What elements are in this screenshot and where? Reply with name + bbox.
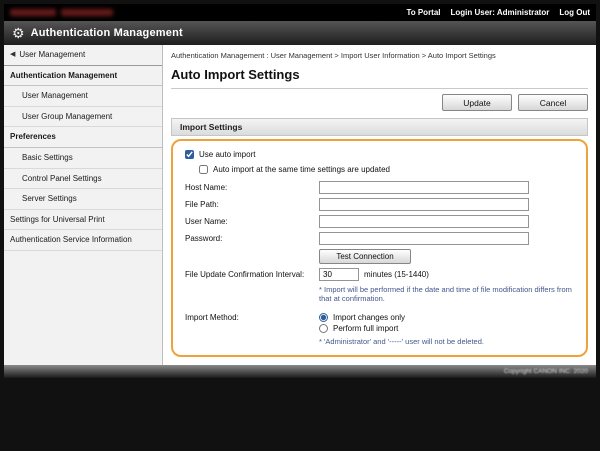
back-arrow-icon: ◀ bbox=[10, 51, 15, 59]
interval-row: File Update Confirmation Interval: minut… bbox=[185, 268, 574, 281]
import-method-row: Import Method: Import changes only Perfo… bbox=[185, 313, 574, 346]
interval-note: * Import will be performed if the date a… bbox=[319, 285, 574, 304]
app-header: ⚙ Authentication Management bbox=[4, 21, 596, 45]
file-path-row: File Path: bbox=[185, 198, 574, 211]
sidebar-section-preferences[interactable]: Preferences bbox=[4, 127, 162, 148]
interval-note-row: * Import will be performed if the date a… bbox=[185, 285, 574, 304]
use-auto-import-checkbox[interactable] bbox=[185, 150, 194, 159]
sidebar-item-user-management-back[interactable]: ◀ User Management bbox=[4, 45, 162, 66]
password-label: Password: bbox=[185, 234, 319, 243]
sidebar-item-server-settings[interactable]: Server Settings bbox=[4, 189, 162, 210]
perform-full-import-option[interactable]: Perform full import bbox=[319, 324, 484, 333]
user-name-label: User Name: bbox=[185, 217, 319, 226]
user-name-row: User Name: bbox=[185, 215, 574, 228]
title-divider bbox=[171, 88, 588, 89]
import-method-options: Import changes only Perform full import … bbox=[319, 313, 484, 346]
log-out-link[interactable]: Log Out bbox=[559, 8, 590, 17]
test-connection-row: Test Connection bbox=[185, 249, 574, 264]
use-auto-import-option[interactable]: Use auto import bbox=[185, 147, 574, 162]
gear-icon: ⚙ bbox=[12, 26, 25, 40]
sidebar-item-authentication-service-information[interactable]: Authentication Service Information bbox=[4, 230, 162, 251]
auto-import-on-update-checkbox[interactable] bbox=[199, 165, 208, 174]
titlebar: To Portal Login User: Administrator Log … bbox=[4, 4, 596, 21]
cancel-button[interactable]: Cancel bbox=[518, 94, 588, 111]
to-portal-link[interactable]: To Portal bbox=[406, 8, 440, 17]
host-name-input[interactable] bbox=[319, 181, 529, 194]
file-path-label: File Path: bbox=[185, 200, 319, 209]
test-connection-button[interactable]: Test Connection bbox=[319, 249, 411, 264]
main-panel: Authentication Management : User Managem… bbox=[163, 45, 596, 365]
login-user-label: Login User: Administrator bbox=[451, 8, 550, 17]
auto-import-on-update-option[interactable]: Auto import at the same time settings ar… bbox=[199, 162, 574, 177]
use-auto-import-label: Use auto import bbox=[199, 150, 255, 159]
host-name-label: Host Name: bbox=[185, 183, 319, 192]
page-title: Auto Import Settings bbox=[171, 67, 588, 82]
update-button[interactable]: Update bbox=[442, 94, 512, 111]
perform-full-import-label: Perform full import bbox=[333, 324, 398, 333]
interval-label: File Update Confirmation Interval: bbox=[185, 270, 319, 279]
breadcrumb: Authentication Management : User Managem… bbox=[171, 51, 588, 60]
sidebar-item-user-group-management[interactable]: User Group Management bbox=[4, 107, 162, 128]
user-name-input[interactable] bbox=[319, 215, 529, 228]
device-name-redacted bbox=[10, 9, 113, 16]
action-buttons: Update Cancel bbox=[171, 94, 588, 111]
sidebar-section-authentication-management[interactable]: Authentication Management bbox=[4, 66, 162, 87]
sidebar-item-basic-settings[interactable]: Basic Settings bbox=[4, 148, 162, 169]
file-path-input[interactable] bbox=[319, 198, 529, 211]
interval-suffix: minutes (15-1440) bbox=[364, 270, 429, 279]
import-changes-only-option[interactable]: Import changes only bbox=[319, 313, 484, 322]
import-changes-only-label: Import changes only bbox=[333, 313, 405, 322]
sidebar-item-user-management[interactable]: User Management bbox=[4, 86, 162, 107]
remote-ui-app: To Portal Login User: Administrator Log … bbox=[4, 4, 596, 378]
host-name-row: Host Name: bbox=[185, 181, 574, 194]
content: ◀ User Management Authentication Managem… bbox=[4, 45, 596, 365]
password-row: Password: bbox=[185, 232, 574, 245]
import-method-note: * 'Administrator' and '-----' user will … bbox=[319, 337, 484, 346]
footer: Copyright CANON INC. 2020 bbox=[4, 365, 596, 378]
window-frame: To Portal Login User: Administrator Log … bbox=[0, 0, 600, 451]
device-name-blur-2 bbox=[61, 9, 113, 16]
sidebar-item-settings-for-universal-print[interactable]: Settings for Universal Print bbox=[4, 210, 162, 231]
copyright-text: Copyright CANON INC. 2020 bbox=[504, 368, 588, 375]
import-settings-section-header: Import Settings bbox=[171, 118, 588, 136]
titlebar-links: To Portal Login User: Administrator Log … bbox=[406, 8, 590, 17]
app-title: Authentication Management bbox=[31, 27, 183, 39]
auto-import-on-update-label: Auto import at the same time settings ar… bbox=[213, 165, 390, 174]
interval-input[interactable] bbox=[319, 268, 359, 281]
import-settings-form: Use auto import Auto import at the same … bbox=[171, 139, 588, 357]
password-input[interactable] bbox=[319, 232, 529, 245]
sidebar-item-control-panel-settings[interactable]: Control Panel Settings bbox=[4, 169, 162, 190]
sidebar: ◀ User Management Authentication Managem… bbox=[4, 45, 163, 365]
device-name-blur-1 bbox=[10, 9, 56, 16]
perform-full-import-radio[interactable] bbox=[319, 324, 328, 333]
import-method-label: Import Method: bbox=[185, 313, 319, 322]
import-changes-only-radio[interactable] bbox=[319, 313, 328, 322]
